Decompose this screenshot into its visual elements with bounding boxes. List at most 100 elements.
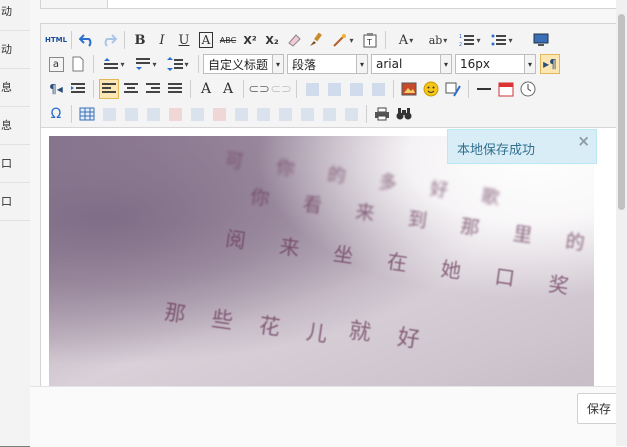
align-left-icon xyxy=(102,83,116,93)
row-spacing-top-button[interactable] xyxy=(99,54,129,74)
print-button[interactable] xyxy=(372,104,392,124)
underline-button[interactable]: U xyxy=(174,30,194,50)
font-size-select[interactable]: 16px ▾ xyxy=(455,54,536,74)
search-replace-button[interactable] xyxy=(394,104,414,124)
chevron-down-icon: ▾ xyxy=(440,55,451,73)
horizontal-rule-icon xyxy=(477,88,491,90)
uppercase-button[interactable]: A xyxy=(196,79,216,99)
printer-icon xyxy=(375,107,389,121)
divider xyxy=(385,31,386,49)
delete-row-button[interactable] xyxy=(165,104,185,124)
scrawl-button[interactable] xyxy=(443,79,463,99)
divider xyxy=(190,80,191,98)
font-color-button[interactable]: A xyxy=(391,30,421,50)
merge-right-button[interactable] xyxy=(253,104,273,124)
row-spacing-bottom-button[interactable] xyxy=(131,54,161,74)
clipboard-icon: T xyxy=(363,33,377,48)
custom-heading-select[interactable]: 自定义标题 ▾ xyxy=(203,54,284,74)
image-right-icon xyxy=(349,82,363,96)
strikethrough-button[interactable]: ABC xyxy=(218,30,238,50)
unordered-list-button[interactable] xyxy=(487,30,517,50)
strikethrough-icon: ABC xyxy=(219,35,237,45)
split-rows-button[interactable] xyxy=(319,104,339,124)
split-cols-button[interactable] xyxy=(341,104,361,124)
font-size-value: 16px xyxy=(460,57,490,71)
html-source-button[interactable]: HTML xyxy=(45,30,67,50)
image-center-icon xyxy=(371,82,385,96)
lowercase-button[interactable]: A xyxy=(218,79,238,99)
merge-down-button[interactable] xyxy=(275,104,295,124)
paragraph-format-select[interactable]: 段落 ▾ xyxy=(287,54,368,74)
insert-paragraph-icon xyxy=(124,107,138,121)
divider xyxy=(243,80,244,98)
insert-time-button[interactable] xyxy=(518,79,538,99)
title-field[interactable] xyxy=(40,0,626,9)
align-right-button[interactable] xyxy=(143,79,163,99)
page-break-button[interactable] xyxy=(68,54,88,74)
align-center-button[interactable] xyxy=(121,79,141,99)
insert-table-button[interactable] xyxy=(77,104,97,124)
image-center-button[interactable] xyxy=(368,79,388,99)
redo-button[interactable] xyxy=(99,30,119,50)
chevron-down-icon: ▾ xyxy=(524,55,535,73)
align-left-button[interactable] xyxy=(99,79,119,99)
insert-image-button[interactable] xyxy=(399,79,419,99)
direction-ltr-button[interactable]: ▸¶ xyxy=(540,54,560,74)
font-smaller-icon: A xyxy=(222,81,234,97)
merge-down-icon xyxy=(278,107,292,121)
divider xyxy=(93,80,94,98)
paragraph-format-value: 段落 xyxy=(292,57,317,72)
pilcrow-ltr-icon: ▸¶ xyxy=(543,57,557,71)
save-button[interactable]: 保存 xyxy=(577,393,621,424)
align-justify-button[interactable] xyxy=(165,79,185,99)
content-image[interactable]: 可 你 的 多 好 歌 你 看 来 到 那 里 的 阅 来 坐 在 她 口 奖 … xyxy=(49,136,594,404)
link-button[interactable]: ⊂⊃ xyxy=(248,79,270,99)
row-spacing-top-icon xyxy=(104,58,119,69)
close-icon[interactable]: × xyxy=(577,132,590,150)
eraser-button[interactable] xyxy=(284,30,304,50)
insert-col-button[interactable] xyxy=(187,104,207,124)
direction-rtl-button[interactable]: ¶◂ xyxy=(46,79,66,99)
image-right-button[interactable] xyxy=(346,79,366,99)
font-border-button[interactable]: A xyxy=(196,30,216,50)
subscript-icon: X₂ xyxy=(265,33,279,47)
undo-button[interactable] xyxy=(77,30,97,50)
special-chars-button[interactable]: Ω xyxy=(46,104,66,124)
merge-cells-button[interactable] xyxy=(231,104,251,124)
row-spacing-bottom-icon xyxy=(136,58,151,70)
image-left-icon xyxy=(327,82,341,96)
anchor-button[interactable]: a xyxy=(46,54,66,74)
insert-paragraph-before-table-button[interactable] xyxy=(121,104,141,124)
insert-date-button[interactable] xyxy=(496,79,516,99)
smiley-icon xyxy=(423,81,439,97)
delete-col-button[interactable] xyxy=(209,104,229,124)
paste-plain-button[interactable]: T xyxy=(360,30,380,50)
ordered-list-button[interactable]: 12 xyxy=(455,30,485,50)
editor-content-area[interactable]: 可 你 的 多 好 歌 你 看 来 到 那 里 的 阅 来 坐 在 她 口 奖 … xyxy=(41,128,625,404)
align-right-icon xyxy=(146,83,160,93)
divider xyxy=(393,80,394,98)
fullscreen-button[interactable] xyxy=(531,30,551,50)
horizontal-rule-button[interactable] xyxy=(474,79,494,99)
italic-button[interactable]: I xyxy=(152,30,172,50)
bold-button[interactable]: B xyxy=(130,30,150,50)
indent-button[interactable] xyxy=(68,79,88,99)
emotion-button[interactable] xyxy=(421,79,441,99)
background-color-button[interactable]: ab xyxy=(423,30,453,50)
superscript-button[interactable]: X² xyxy=(240,30,260,50)
list-item: 口 xyxy=(0,183,30,221)
subscript-button[interactable]: X₂ xyxy=(262,30,282,50)
page-scrollbar[interactable] xyxy=(616,0,627,446)
split-cells-button[interactable] xyxy=(297,104,317,124)
font-family-select[interactable]: arial ▾ xyxy=(371,54,452,74)
format-brush-button[interactable] xyxy=(306,30,326,50)
auto-typeset-button[interactable] xyxy=(328,30,358,50)
rich-text-editor: HTML B I U A ABC X² X₂ T A ab 12 xyxy=(40,23,626,405)
delete-table-button[interactable] xyxy=(99,104,119,124)
scrollbar-thumb[interactable] xyxy=(618,14,625,210)
line-height-button[interactable] xyxy=(163,54,193,74)
image-none-button[interactable] xyxy=(302,79,322,99)
unlink-button[interactable]: ⊂⊃ xyxy=(270,79,292,99)
image-left-button[interactable] xyxy=(324,79,344,99)
insert-row-button[interactable] xyxy=(143,104,163,124)
